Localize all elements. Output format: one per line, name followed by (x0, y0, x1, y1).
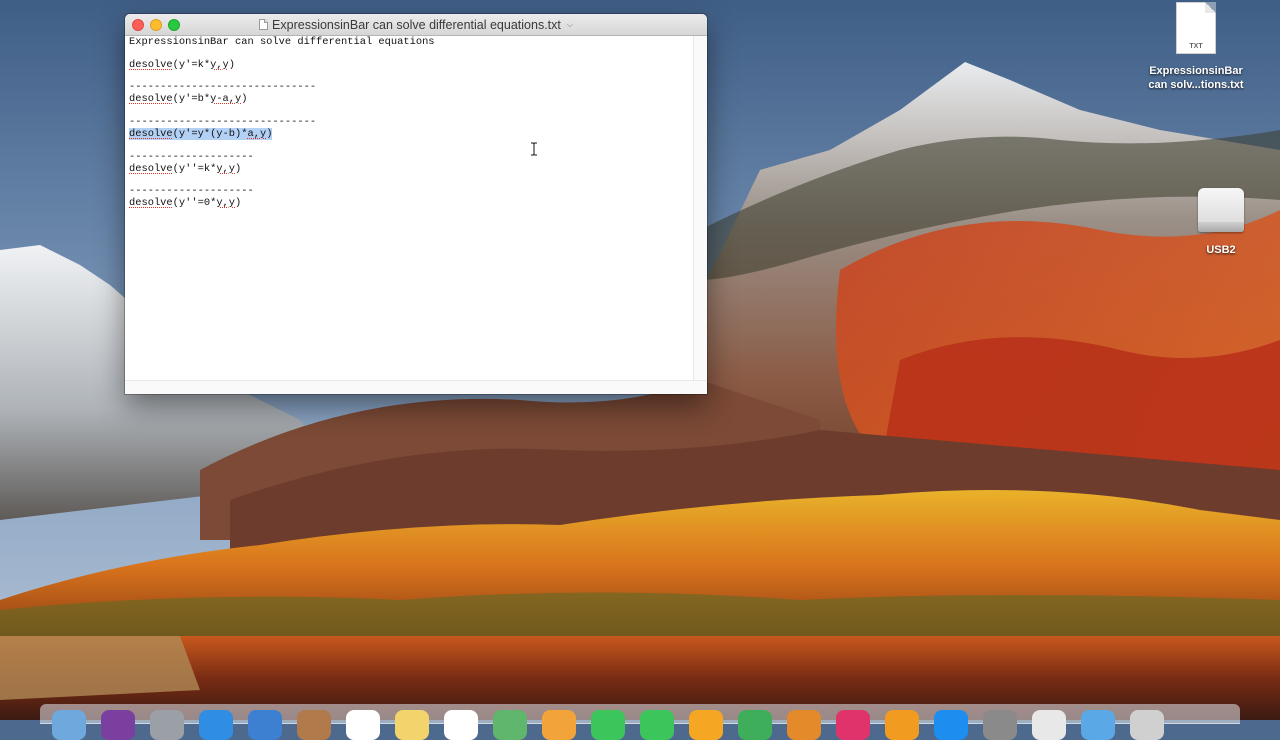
downloads-folder-icon[interactable] (1081, 710, 1115, 740)
notes-icon[interactable] (395, 710, 429, 740)
numbers-icon[interactable] (738, 710, 772, 740)
text-segment: ExpressionsinBar can solve differential … (129, 36, 435, 48)
photos-icon[interactable] (542, 710, 576, 740)
desktop-txt-file[interactable]: TXT ExpressionsinBar can solv...tions.tx… (1140, 2, 1252, 92)
dock (40, 704, 1240, 724)
text-segment: (y''=0* (173, 197, 217, 209)
text-segment: (y'=y*(y-b)* (173, 128, 248, 140)
keynote-icon[interactable] (787, 710, 821, 740)
textedit-window[interactable]: ExpressionsinBar can solve differential … (125, 14, 707, 394)
text-segment: ------------------------------ (129, 81, 316, 93)
text-segment: y,y (216, 197, 235, 209)
editor-line: ------------------------------ (129, 117, 316, 129)
finder-icon[interactable] (52, 710, 86, 740)
siri-icon[interactable] (101, 710, 135, 740)
mail-icon[interactable] (248, 710, 282, 740)
text-segment: ) (235, 163, 241, 175)
text-segment: ) (229, 59, 235, 71)
window-title: ExpressionsinBar can solve differential … (272, 18, 561, 32)
itunes-icon[interactable] (836, 710, 870, 740)
text-segment: desolve (129, 59, 173, 71)
text-segment: (y'=b* (173, 93, 210, 105)
editor-line: ExpressionsinBar can solve differential … (129, 37, 435, 49)
desktop-file-label: ExpressionsinBar can solv...tions.txt (1140, 64, 1252, 92)
text-file-icon: TXT (1176, 2, 1216, 54)
text-segment: -------------------- (129, 185, 254, 197)
text-segment: (y'=k* (173, 59, 210, 71)
text-segment: a,y (247, 128, 266, 140)
editor-line: ------------------------------ (129, 82, 316, 94)
chevron-down-icon[interactable]: ⌵ (567, 20, 573, 30)
desktop-usb-drive[interactable]: USB2 (1191, 188, 1251, 256)
calendar-icon[interactable] (346, 710, 380, 740)
editor-line: -------------------- (129, 152, 254, 164)
text-editor-area[interactable]: ExpressionsinBar can solve differential … (125, 36, 694, 381)
vertical-scrollbar[interactable] (693, 36, 707, 381)
text-segment: desolve (129, 197, 173, 209)
app-store-icon[interactable] (934, 710, 968, 740)
text-segment: y,y (216, 163, 235, 175)
external-drive-icon (1198, 188, 1244, 238)
reminders-icon[interactable] (444, 710, 478, 740)
messages-icon[interactable] (591, 710, 625, 740)
system-preferences-icon[interactable] (983, 710, 1017, 740)
text-segment: desolve (129, 163, 173, 175)
text-segment: desolve (129, 128, 173, 140)
editor-line: desolve(y''=0*y,y) (129, 198, 241, 210)
desktop-file-label-line2: can solv...tions.txt (1140, 78, 1252, 92)
editor-line: desolve(y'=y*(y-b)*a,y) (129, 129, 272, 141)
facetime-icon[interactable] (640, 710, 674, 740)
text-segment: ) (235, 197, 241, 209)
contacts-icon[interactable] (297, 710, 331, 740)
text-segment: ) (266, 128, 272, 140)
text-segment: y-a,y (210, 93, 241, 105)
editor-line: desolve(y'=b*y-a,y) (129, 94, 248, 106)
window-titlebar[interactable]: ExpressionsinBar can solve differential … (125, 14, 707, 36)
safari-icon[interactable] (199, 710, 233, 740)
text-segment: -------------------- (129, 151, 254, 163)
horizontal-scrollbar[interactable] (125, 380, 707, 394)
pages-icon[interactable] (689, 710, 723, 740)
text-segment: ) (241, 93, 247, 105)
launchpad-icon[interactable] (150, 710, 184, 740)
usb-drive-label: USB2 (1191, 244, 1251, 256)
editor-line: desolve(y''=k*y,y) (129, 164, 241, 176)
document-icon (259, 19, 268, 30)
text-segment: (y''=k* (173, 163, 217, 175)
trash-icon[interactable] (1130, 710, 1164, 740)
text-segment: desolve (129, 93, 173, 105)
text-segment: y,y (210, 59, 229, 71)
textedit-icon[interactable] (1032, 710, 1066, 740)
text-cursor-icon (530, 142, 538, 156)
editor-line: desolve(y'=k*y,y) (129, 60, 235, 72)
maps-icon[interactable] (493, 710, 527, 740)
window-title-group[interactable]: ExpressionsinBar can solve differential … (125, 14, 707, 35)
editor-line: -------------------- (129, 186, 254, 198)
file-type-badge: TXT (1177, 43, 1215, 50)
text-segment: ------------------------------ (129, 116, 316, 128)
books-icon[interactable] (885, 710, 919, 740)
desktop-file-label-line1: ExpressionsinBar (1140, 64, 1252, 78)
